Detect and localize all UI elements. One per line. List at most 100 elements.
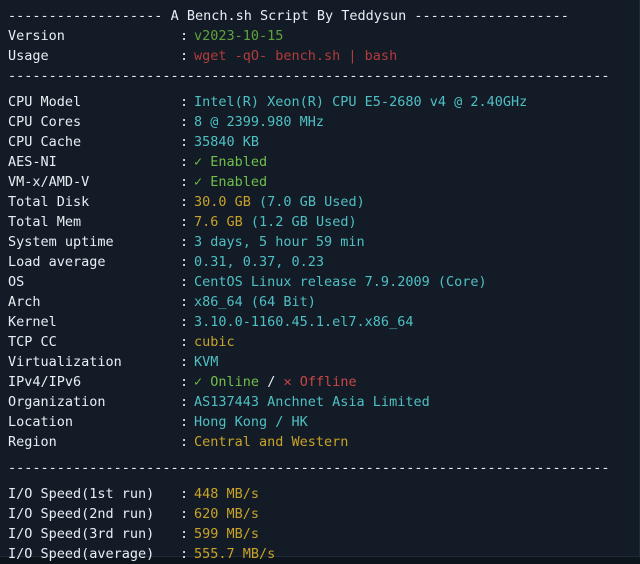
info-row: CPU Cores:8 @ 2399.980 MHz bbox=[0, 112, 639, 132]
info-row-label: Total Disk bbox=[8, 192, 180, 212]
info-row-colon: : bbox=[180, 232, 194, 252]
info-row-label: CPU Model bbox=[8, 92, 180, 112]
check-icon: ✓ bbox=[194, 174, 202, 190]
info-row-value: KVM bbox=[194, 354, 218, 370]
check-icon: ✓ bbox=[194, 374, 202, 390]
info-row-value: 7.6 GB bbox=[194, 214, 243, 230]
title-rule-left: ------------------- bbox=[8, 8, 162, 24]
info-row-colon: : bbox=[180, 504, 194, 524]
info-row-colon: : bbox=[180, 312, 194, 332]
info-row-label: Location bbox=[8, 412, 180, 432]
info-row: Total Disk:30.0 GB (7.0 GB Used) bbox=[0, 192, 639, 212]
info-row-label: Arch bbox=[8, 292, 180, 312]
info-row-colon: : bbox=[180, 524, 194, 544]
info-row-label: OS bbox=[8, 272, 180, 292]
info-row-colon: : bbox=[180, 92, 194, 112]
info-row-value: AS137443 Anchnet Asia Limited bbox=[194, 394, 430, 410]
info-row-label: I/O Speed(average) bbox=[8, 544, 180, 564]
info-row-value: 3 days, 5 hour 59 min bbox=[194, 234, 365, 250]
info-row-value: Enabled bbox=[210, 174, 267, 190]
divider-rule: ----------------------------------------… bbox=[8, 460, 609, 476]
info-row-label: Kernel bbox=[8, 312, 180, 332]
info-row-label: Total Mem bbox=[8, 212, 180, 232]
info-row-value: wget -qO- bench.sh | bash bbox=[194, 48, 397, 64]
io-speed-rows: I/O Speed(1st run):448 MB/sI/O Speed(2nd… bbox=[0, 484, 639, 564]
divider-top: ----------------------------------------… bbox=[0, 66, 639, 86]
info-row: Arch:x86_64 (64 Bit) bbox=[0, 292, 639, 312]
info-row-value: CentOS Linux release 7.9.2009 (Core) bbox=[194, 274, 487, 290]
info-row-value: 30.0 GB bbox=[194, 194, 251, 210]
status-separator: / bbox=[267, 374, 275, 390]
info-row: AES-NI:✓ Enabled bbox=[0, 152, 639, 172]
info-row: Region:Central and Western bbox=[0, 432, 639, 452]
info-row-value: 35840 KB bbox=[194, 134, 259, 150]
divider-middle: ----------------------------------------… bbox=[0, 458, 639, 478]
info-row-colon: : bbox=[180, 152, 194, 172]
info-row-suffix: (1.2 GB Used) bbox=[251, 214, 357, 230]
info-row-colon: : bbox=[180, 192, 194, 212]
info-row: Usage:wget -qO- bench.sh | bash bbox=[0, 46, 639, 66]
info-row-label: Load average bbox=[8, 252, 180, 272]
info-row-colon: : bbox=[180, 252, 194, 272]
info-row-label: Usage bbox=[8, 46, 180, 66]
info-row-colon: : bbox=[180, 132, 194, 152]
info-row-label: Region bbox=[8, 432, 180, 452]
info-row: I/O Speed(average):555.7 MB/s bbox=[0, 544, 639, 564]
info-row: Location:Hong Kong / HK bbox=[0, 412, 639, 432]
info-row-value: 3.10.0-1160.45.1.el7.x86_64 bbox=[194, 314, 413, 330]
info-row-label: TCP CC bbox=[8, 332, 180, 352]
info-row-label: Organization bbox=[8, 392, 180, 412]
info-row-colon: : bbox=[180, 392, 194, 412]
terminal-window: ------------------- A Bench.sh Script By… bbox=[0, 0, 640, 557]
info-row-label: I/O Speed(1st run) bbox=[8, 484, 180, 504]
info-row-label: Version bbox=[8, 26, 180, 46]
header-rows: Version:v2023-10-15 Usage:wget -qO- bench… bbox=[0, 26, 639, 66]
info-row: OS:CentOS Linux release 7.9.2009 (Core) bbox=[0, 272, 639, 292]
info-row-label: Virtualization bbox=[8, 352, 180, 372]
check-icon: ✓ bbox=[194, 154, 202, 170]
info-row-value: 448 MB/s bbox=[194, 486, 259, 502]
info-row: Organization:AS137443 Anchnet Asia Limit… bbox=[0, 392, 639, 412]
info-row: I/O Speed(3rd run):599 MB/s bbox=[0, 524, 639, 544]
info-row-colon: : bbox=[180, 372, 194, 392]
info-row-value: Enabled bbox=[210, 154, 267, 170]
info-row-label: AES-NI bbox=[8, 152, 180, 172]
info-row: System uptime:3 days, 5 hour 59 min bbox=[0, 232, 639, 252]
info-row-label: I/O Speed(2nd run) bbox=[8, 504, 180, 524]
info-row-value: 8 @ 2399.980 MHz bbox=[194, 114, 324, 130]
info-row: CPU Model:Intel(R) Xeon(R) CPU E5-2680 v… bbox=[0, 92, 639, 112]
info-row-value: cubic bbox=[194, 334, 235, 350]
info-row: CPU Cache:35840 KB bbox=[0, 132, 639, 152]
info-row-colon: : bbox=[180, 292, 194, 312]
info-row-suffix: (7.0 GB Used) bbox=[259, 194, 365, 210]
script-title: A Bench.sh Script By Teddysun bbox=[171, 8, 407, 24]
info-row-label: CPU Cores bbox=[8, 112, 180, 132]
info-row-colon: : bbox=[180, 112, 194, 132]
info-row-colon: : bbox=[180, 46, 194, 66]
info-row-value: v2023-10-15 bbox=[194, 28, 283, 44]
info-row-colon: : bbox=[180, 352, 194, 372]
system-info-rows: CPU Model:Intel(R) Xeon(R) CPU E5-2680 v… bbox=[0, 92, 639, 452]
info-row: I/O Speed(2nd run):620 MB/s bbox=[0, 504, 639, 524]
info-row-colon: : bbox=[180, 272, 194, 292]
info-row-value: 620 MB/s bbox=[194, 506, 259, 522]
info-row-value: Hong Kong / HK bbox=[194, 414, 308, 430]
info-row: Total Mem:7.6 GB (1.2 GB Used) bbox=[0, 212, 639, 232]
info-row-value: Central and Western bbox=[194, 434, 348, 450]
ipv4-status: Online bbox=[210, 374, 259, 390]
info-row-value: Intel(R) Xeon(R) CPU E5-2680 v4 @ 2.40GH… bbox=[194, 94, 527, 110]
info-row-colon: : bbox=[180, 26, 194, 46]
info-row-value: 599 MB/s bbox=[194, 526, 259, 542]
divider-rule: ----------------------------------------… bbox=[8, 68, 609, 84]
info-row-label: VM-x/AMD-V bbox=[8, 172, 180, 192]
info-row-colon: : bbox=[180, 332, 194, 352]
info-row-colon: : bbox=[180, 212, 194, 232]
title-rule-right: ------------------- bbox=[414, 8, 568, 24]
info-row-colon: : bbox=[180, 172, 194, 192]
info-row-value: x86_64 (64 Bit) bbox=[194, 294, 316, 310]
info-row: Load average:0.31, 0.37, 0.23 bbox=[0, 252, 639, 272]
info-row-colon: : bbox=[180, 432, 194, 452]
info-row: TCP CC:cubic bbox=[0, 332, 639, 352]
ipv6-status: Offline bbox=[300, 374, 357, 390]
info-row-label: CPU Cache bbox=[8, 132, 180, 152]
